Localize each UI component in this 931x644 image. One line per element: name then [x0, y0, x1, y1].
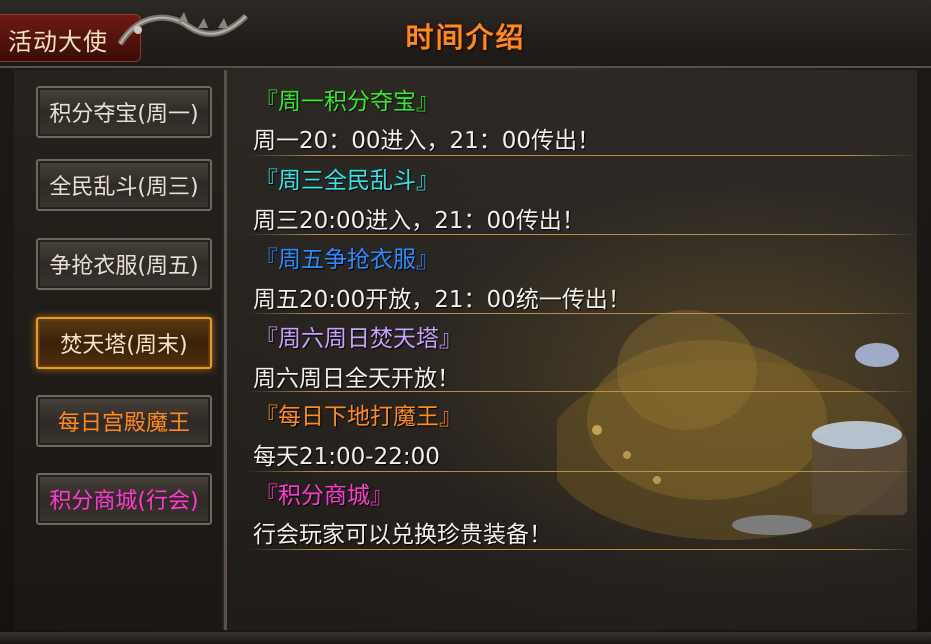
tab-weekend-tower[interactable]: 焚天塔(周末): [36, 317, 212, 369]
divider: [247, 471, 917, 472]
page-title: 时间介绍: [405, 21, 526, 54]
event-title-friday: 『周五争抢衣服』: [255, 247, 439, 273]
event-title-wednesday: 『周三全民乱斗』: [255, 168, 439, 194]
event-desc-wednesday: 周三20:00进入，21：00传出！: [253, 208, 585, 234]
tab-points-shop[interactable]: 积分商城(行会): [36, 473, 212, 525]
event-desc-weekend: 周六周日全天开放！: [253, 366, 460, 392]
event-title-weekend: 『周六周日焚天塔』: [255, 326, 462, 352]
tab-label: 每日宫殿魔王: [57, 411, 190, 436]
tab-weekday-friday[interactable]: 争抢衣服(周五): [36, 238, 212, 290]
tab-label: 焚天塔(周末): [60, 333, 188, 358]
divider: [247, 155, 917, 156]
tab-label: 积分夺宝(周一): [49, 102, 199, 127]
divider: [247, 549, 917, 550]
activity-tab-list: 积分夺宝(周一) 全民乱斗(周三) 争抢衣服(周五) 焚天塔(周末) 每日宫殿魔…: [14, 70, 227, 630]
tab-weekday-wednesday[interactable]: 全民乱斗(周三): [36, 159, 212, 211]
tab-daily-boss[interactable]: 每日宫殿魔王: [36, 395, 212, 447]
event-title-monday: 『周一积分夺宝』: [255, 89, 439, 115]
tab-label: 全民乱斗(周三): [49, 175, 199, 200]
treasure-background-image: [557, 310, 907, 540]
window-bottom-border: [0, 632, 931, 644]
divider: [247, 391, 917, 392]
event-desc-friday: 周五20:00开放，21：00统一传出！: [253, 287, 631, 313]
event-desc-shop: 行会玩家可以兑换珍贵装备！: [253, 522, 552, 548]
title-bar: 活动大使 时间介绍: [0, 0, 931, 68]
event-desc-daily: 每天21:00-22:00: [253, 444, 440, 470]
event-title-daily: 『每日下地打魔王』: [255, 404, 462, 430]
event-desc-monday: 周一20：00进入，21：00传出！: [253, 128, 601, 154]
tab-weekday-monday[interactable]: 积分夺宝(周一): [36, 86, 212, 138]
tab-label: 积分商城(行会): [49, 489, 199, 514]
tab-label: 争抢衣服(周五): [49, 254, 199, 279]
divider: [247, 313, 917, 314]
event-window: 活动大使 时间介绍 积分夺宝(周一) 全民乱斗(周三) 争抢衣服(周五) 焚天塔…: [0, 0, 931, 644]
event-title-shop: 『积分商城』: [255, 483, 393, 509]
divider: [247, 234, 917, 235]
